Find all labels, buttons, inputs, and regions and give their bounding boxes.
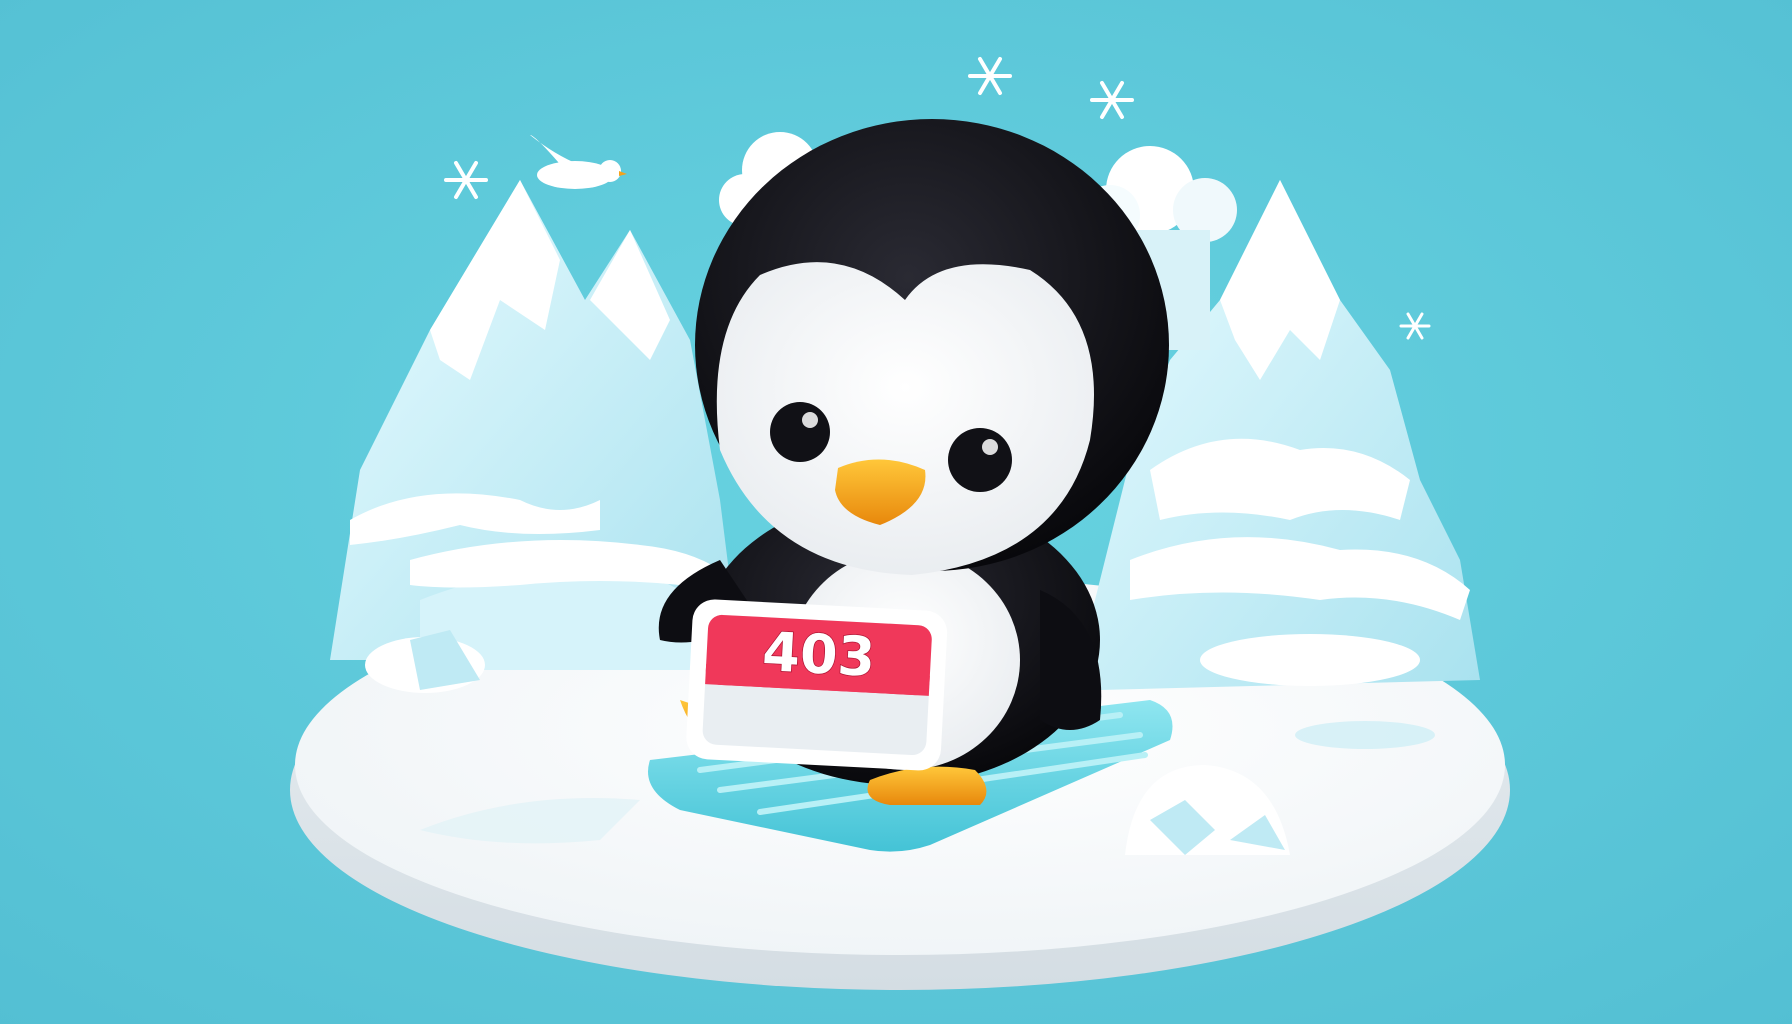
penguin-eye-right (948, 428, 1012, 492)
error-code: 403 (761, 620, 877, 689)
error-403-illustration: 403 (0, 0, 1792, 1024)
error-sign: 403 (686, 599, 948, 771)
scene-svg: 403 (0, 0, 1792, 1024)
penguin-eye-left (770, 402, 830, 462)
